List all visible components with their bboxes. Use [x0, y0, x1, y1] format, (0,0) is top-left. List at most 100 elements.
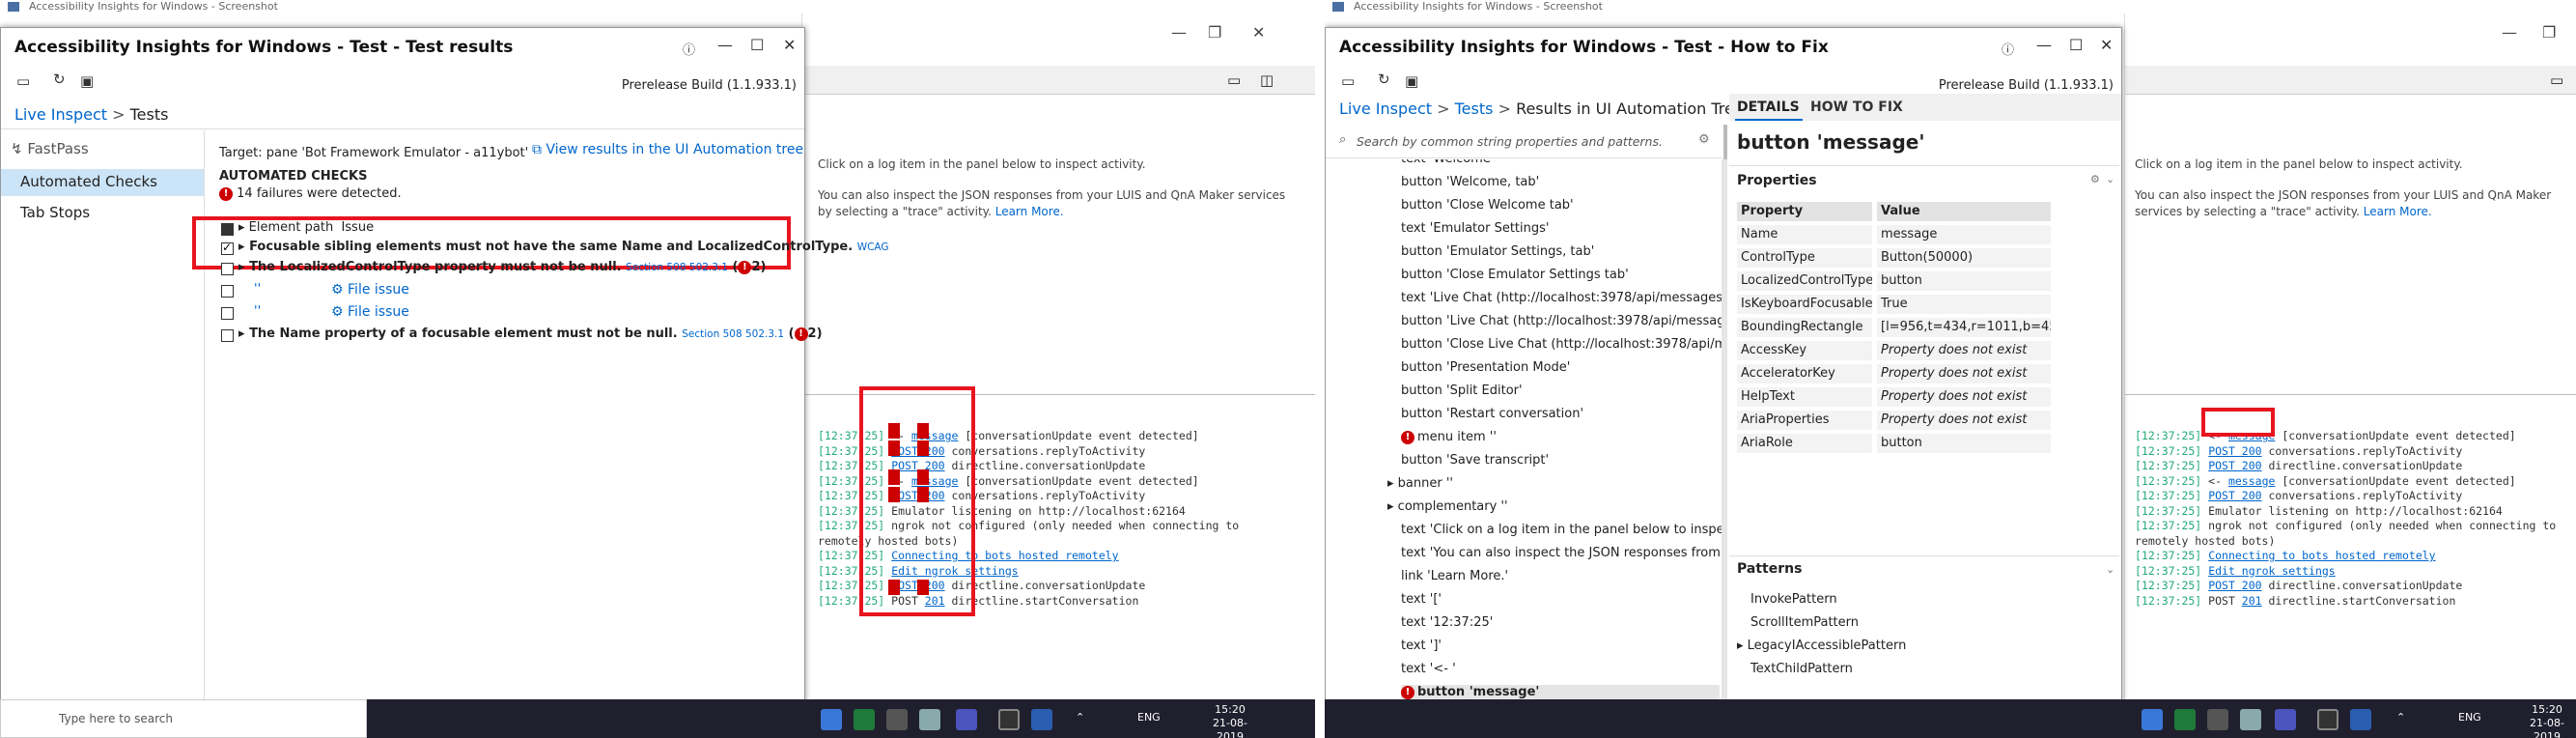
row-checkbox[interactable] [221, 307, 234, 320]
row-checkbox[interactable] [221, 285, 234, 298]
minimize-icon[interactable]: — [2502, 23, 2517, 42]
refresh-icon[interactable]: ↻ [1378, 71, 1390, 88]
explorer-icon[interactable] [2207, 709, 2228, 730]
tree-item[interactable]: ! menu item '' [1401, 430, 1497, 444]
expand-chevron-icon[interactable]: ▸ [1737, 639, 1748, 653]
app-icon[interactable] [2240, 709, 2261, 730]
log-link[interactable]: Edit ngrok settings [2208, 564, 2336, 578]
collapse-icon[interactable]: ⌄ [2106, 563, 2114, 576]
maximize-icon[interactable]: ☐ [2069, 36, 2083, 54]
teams-icon[interactable] [2275, 709, 2296, 730]
teams-icon[interactable] [956, 709, 977, 730]
clock[interactable]: 15:20 21-08-2019 [1201, 703, 1259, 738]
search-box[interactable]: ⌕ Search by common string properties and… [1339, 130, 1710, 154]
tree-item[interactable]: text 'Welcome' [1401, 159, 1494, 166]
pattern-item[interactable]: InvokePattern [1750, 592, 1837, 607]
pattern-item[interactable]: ▸ LegacyIAccessiblePattern [1737, 639, 1906, 653]
log-link[interactable]: POST 200 [2208, 444, 2261, 458]
tree-item[interactable]: button 'Restart conversation' [1401, 407, 1583, 421]
log-link[interactable]: 201 [2242, 594, 2262, 608]
tab-how-to-fix[interactable]: HOW TO FIX [1810, 99, 1903, 115]
language-indicator[interactable]: ENG [2458, 711, 2481, 724]
clock[interactable]: 15:20 21-08-2019 [2518, 703, 2576, 738]
screenshot-icon[interactable]: ▭ [1341, 72, 1355, 90]
app-icon[interactable] [919, 709, 940, 730]
tree-item[interactable]: link 'Learn More.' [1401, 569, 1508, 583]
log-link[interactable]: POST 200 [2208, 489, 2261, 502]
settings-icon[interactable] [998, 709, 1020, 730]
expand-chevron-icon[interactable]: ▸ [1387, 499, 1398, 514]
row-checkbox[interactable] [221, 263, 234, 275]
close-icon[interactable]: ✕ [783, 36, 796, 54]
view-results-link[interactable]: ⧉ View results in the UI Automation tree [532, 142, 803, 157]
breadcrumb-live-inspect[interactable]: Live Inspect [14, 105, 107, 124]
save-icon[interactable]: ▣ [1405, 72, 1418, 90]
tab-details[interactable]: DETAILS [1737, 99, 1800, 115]
tree-item[interactable]: button 'Live Chat (http://localhost:3978… [1401, 314, 1723, 328]
breadcrumb-tests[interactable]: Tests [1455, 99, 1494, 118]
accessibility-insights-icon[interactable] [2350, 709, 2371, 730]
nav-automated-checks[interactable]: Automated Checks [20, 173, 157, 190]
row-checkbox[interactable] [221, 241, 234, 255]
nav-tab-stops[interactable]: Tab Stops [20, 204, 90, 221]
tree-item[interactable]: ▸ complementary '' [1387, 499, 1508, 514]
tree-item[interactable]: button 'Close Emulator Settings tab' [1401, 268, 1629, 282]
refresh-icon[interactable]: ↻ [53, 71, 66, 88]
tree-item[interactable]: text 'Emulator Settings' [1401, 221, 1549, 236]
rule-tag[interactable]: WCAG [857, 241, 889, 253]
log-link[interactable]: POST 200 [2208, 459, 2261, 472]
explorer-icon[interactable] [886, 709, 908, 730]
cortana-icon[interactable] [821, 709, 842, 730]
tree-scrollbar[interactable] [1722, 159, 1727, 710]
taskbar-search[interactable]: Type here to search [0, 699, 367, 738]
close-icon[interactable]: ✕ [1252, 23, 1265, 42]
maximize-icon[interactable]: ☐ [750, 36, 764, 54]
file-issue-1[interactable]: ⚙ File issue [331, 282, 409, 298]
breadcrumb-live-inspect[interactable]: Live Inspect [1339, 99, 1432, 118]
tree-item[interactable]: button 'Split Editor' [1401, 383, 1523, 398]
collapse-icon[interactable]: ⌄ [2106, 173, 2114, 185]
tree-item[interactable]: text '<- ' [1401, 662, 1456, 676]
monitor-icon[interactable]: ▭ [1227, 71, 1241, 89]
cortana-icon[interactable] [2142, 709, 2163, 730]
tree-item[interactable]: button 'Close Live Chat (http://localhos… [1401, 337, 1723, 352]
rule-row-3[interactable]: ▸ The Name property of a focusable eleme… [238, 326, 823, 341]
log-link[interactable]: POST 200 [2208, 579, 2261, 592]
language-indicator[interactable]: ENG [1137, 711, 1161, 724]
accessibility-insights-icon[interactable] [1031, 709, 1052, 730]
rule-section[interactable]: Section 508 502.3.1 [626, 262, 728, 273]
log-link[interactable]: message [2228, 474, 2275, 488]
minimize-icon[interactable]: — [1171, 23, 1187, 42]
expand-chevron-icon[interactable]: ▸ [1387, 476, 1398, 491]
tree-item[interactable]: ▸ banner '' [1387, 476, 1453, 491]
close-icon[interactable]: ✕ [2100, 36, 2113, 54]
rule-row-1[interactable]: ▸ Focusable sibling elements must not ha… [238, 240, 889, 254]
pattern-item[interactable]: TextChildPattern [1750, 662, 1853, 676]
tree-item[interactable]: text ']' [1401, 639, 1442, 653]
minimize-icon[interactable]: — [717, 36, 733, 54]
tree-item[interactable]: button 'Welcome, tab' [1401, 175, 1539, 189]
log-link[interactable]: Connecting to bots hosted remotely [2208, 549, 2435, 562]
select-all-checkbox[interactable] [221, 223, 234, 236]
nav-fastpass[interactable]: ↯ FastPass [11, 140, 89, 157]
tree-item[interactable]: button 'Emulator Settings, tab' [1401, 244, 1594, 259]
tree-item[interactable]: text 'Live Chat (http://localhost:3978/a… [1401, 291, 1723, 305]
monitor-icon[interactable]: ▭ [2550, 71, 2563, 89]
learn-more-link[interactable]: Learn More. [2364, 205, 2432, 218]
minimize-icon[interactable]: — [2036, 36, 2052, 54]
tree-item[interactable]: button 'Close Welcome tab' [1401, 198, 1574, 213]
rule-section[interactable]: Section 508 502.3.1 [682, 328, 784, 340]
tree-item[interactable]: text 'Click on a log item in the panel b… [1401, 523, 1723, 537]
pattern-item[interactable]: ScrollItemPattern [1750, 615, 1859, 630]
help-icon[interactable]: ⓘ [683, 40, 695, 58]
rule-row-2[interactable]: ▸ The LocalizedControlType property must… [238, 260, 766, 274]
learn-more-link[interactable]: Learn More. [995, 205, 1064, 218]
maximize-icon[interactable]: ❐ [1208, 23, 1221, 42]
settings-gear-icon[interactable]: ⚙ [1698, 132, 1710, 147]
file-issue-2[interactable]: ⚙ File issue [331, 304, 409, 320]
tray-chevron-icon[interactable]: ⌃ [1076, 711, 1084, 724]
maximize-icon[interactable]: ❐ [2542, 23, 2556, 42]
tree-item[interactable]: button 'Presentation Mode' [1401, 360, 1570, 375]
screenshot-icon[interactable]: ▭ [16, 72, 30, 90]
tree-item[interactable]: text 'You can also inspect the JSON resp… [1401, 546, 1721, 560]
